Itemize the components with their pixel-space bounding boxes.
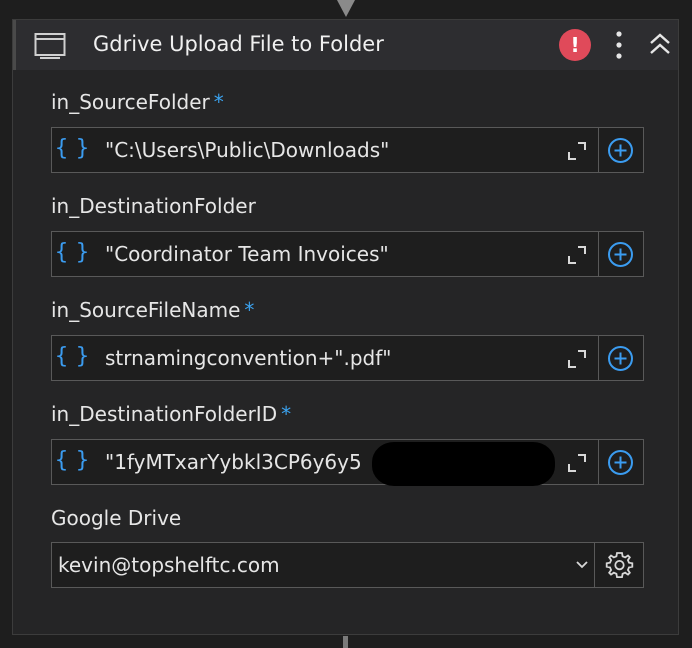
destination-folder-id-input[interactable]: "1fyMTxarYybkl3CP6y6y5	[105, 450, 362, 474]
destination-folder-field[interactable]: { } "Coordinator Team Invoices"	[51, 231, 644, 277]
expression-icon[interactable]: { }	[52, 232, 92, 276]
source-folder-label: in_SourceFolder *	[51, 90, 224, 114]
add-icon[interactable]	[607, 137, 634, 164]
divider	[598, 336, 599, 380]
collapse-icon[interactable]	[646, 30, 674, 60]
expression-icon[interactable]: { }	[52, 440, 92, 484]
add-icon[interactable]	[607, 345, 634, 372]
google-drive-label: Google Drive	[51, 506, 182, 530]
gear-icon	[605, 552, 634, 578]
activity-card[interactable]: Gdrive Upload File to Folder ! in_Source…	[12, 19, 679, 635]
destination-folder-label: in_DestinationFolder	[51, 194, 256, 218]
expand-icon[interactable]	[566, 140, 588, 162]
source-folder-input[interactable]: "C:\Users\Public\Downloads"	[105, 138, 389, 162]
settings-button[interactable]	[595, 542, 644, 588]
expand-icon[interactable]	[566, 244, 588, 266]
add-icon[interactable]	[607, 241, 634, 268]
required-marker: *	[281, 402, 292, 426]
destination-folder-input[interactable]: "Coordinator Team Invoices"	[105, 242, 389, 266]
destination-folder-id-field[interactable]: { } "1fyMTxarYybkl3CP6y6y5	[51, 439, 644, 486]
source-folder-field[interactable]: { } "C:\Users\Public\Downloads"	[51, 127, 644, 173]
expand-icon[interactable]	[566, 348, 588, 370]
expression-icon[interactable]: { }	[52, 128, 92, 172]
required-marker: *	[213, 90, 224, 114]
screen-icon	[34, 33, 66, 59]
google-drive-selected-value: kevin@topshelftc.com	[58, 553, 280, 577]
divider	[598, 232, 599, 276]
connector-arrow-top	[337, 0, 355, 17]
chevron-down-icon[interactable]	[575, 559, 589, 571]
activity-title: Gdrive Upload File to Folder	[93, 32, 384, 56]
divider	[598, 128, 599, 172]
expand-icon[interactable]	[566, 452, 588, 474]
google-drive-select[interactable]: kevin@topshelftc.com	[51, 542, 595, 588]
required-marker: *	[244, 298, 255, 322]
more-options-icon[interactable]	[606, 29, 632, 61]
source-file-name-label: in_SourceFileName *	[51, 298, 255, 322]
add-icon[interactable]	[607, 449, 634, 476]
source-file-name-field[interactable]: { } strnamingconvention+".pdf"	[51, 335, 644, 381]
expression-icon[interactable]: { }	[52, 336, 92, 380]
destination-folder-id-label: in_DestinationFolderID *	[51, 402, 292, 426]
error-icon[interactable]: !	[559, 29, 591, 61]
redaction-mark	[372, 442, 555, 486]
divider	[598, 440, 599, 484]
activity-header[interactable]: Gdrive Upload File to Folder !	[13, 20, 678, 70]
source-file-name-input[interactable]: strnamingconvention+".pdf"	[105, 346, 391, 370]
connector-line-bottom	[343, 636, 348, 648]
